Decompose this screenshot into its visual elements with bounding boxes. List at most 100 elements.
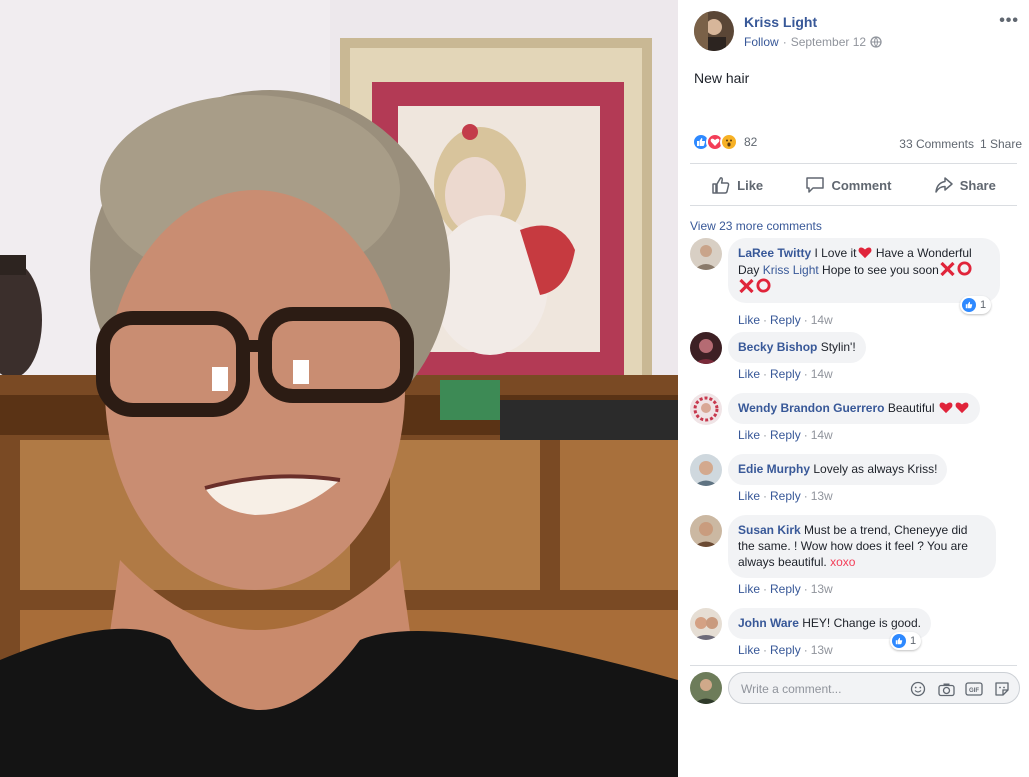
- comment-reply-link[interactable]: Reply: [770, 643, 801, 657]
- commenter-name[interactable]: John Ware: [738, 616, 799, 630]
- gif-icon[interactable]: GIF: [965, 680, 983, 698]
- commenter-avatar[interactable]: [690, 454, 722, 486]
- author-name[interactable]: Kriss Light: [744, 14, 817, 30]
- footer-separator: ·: [803, 428, 808, 442]
- like-button-label: Like: [737, 177, 764, 193]
- more-options-icon[interactable]: •••: [999, 12, 1019, 30]
- comment-composer: Write a comment... GIF: [690, 670, 1020, 706]
- comment-footer: Like · Reply · 14w: [738, 367, 833, 381]
- comment-item: Wendy Brandon Guerrero Beautiful Like · Re…: [690, 393, 1020, 445]
- share-button[interactable]: Share: [934, 176, 996, 194]
- comment-input-placeholder: Write a comment...: [741, 682, 842, 696]
- share-button-label: Share: [959, 177, 996, 193]
- comment-timestamp[interactable]: 13w: [811, 489, 833, 503]
- post-meta: Follow · September 12: [744, 35, 882, 49]
- footer-separator: ·: [803, 489, 808, 503]
- post-photo[interactable]: [0, 0, 678, 777]
- emoji-icon[interactable]: [909, 680, 927, 698]
- comment-text: Hope to see you soon: [818, 263, 939, 277]
- comment-text: Lovely as always Kriss!: [813, 462, 938, 476]
- commenter-avatar[interactable]: [690, 393, 722, 425]
- hollow-circle-icon: [756, 278, 771, 293]
- comment-reply-link[interactable]: Reply: [770, 489, 801, 503]
- comment-reply-link[interactable]: Reply: [770, 313, 801, 327]
- comment-like-link[interactable]: Like: [738, 367, 760, 381]
- comment-footer: Like · Reply · 14w: [738, 313, 833, 327]
- red-heart-icon: [955, 402, 969, 414]
- comment-button[interactable]: Comment: [805, 176, 891, 194]
- comment-like-badge[interactable]: 1: [960, 296, 992, 314]
- comment-like-badge[interactable]: 1: [890, 632, 922, 650]
- comment-like-link[interactable]: Like: [738, 313, 760, 327]
- comment-input[interactable]: Write a comment... GIF: [728, 672, 1020, 704]
- commenter-avatar[interactable]: [690, 238, 722, 270]
- camera-icon[interactable]: [937, 680, 955, 698]
- footer-separator: ·: [763, 367, 768, 381]
- comment-like-link[interactable]: Like: [738, 489, 760, 503]
- cross-mark-icon: [940, 261, 955, 277]
- comment-text-highlight: xoxo: [830, 555, 856, 569]
- comment-like-count: 1: [980, 299, 987, 311]
- comment-reply-link[interactable]: Reply: [770, 582, 801, 596]
- comment-item: Becky Bishop Stylin'! Like · Reply · 14w: [690, 332, 1020, 384]
- comment-item: Edie Murphy Lovely as always Kriss! Like…: [690, 454, 1020, 506]
- footer-separator: ·: [763, 428, 768, 442]
- post-stats: 33 Comments 1 Share: [899, 137, 1022, 151]
- comment-reply-link[interactable]: Reply: [770, 367, 801, 381]
- thumbs-up-icon: [712, 177, 730, 194]
- comment-like-link[interactable]: Like: [738, 428, 760, 442]
- author-avatar[interactable]: [694, 11, 734, 51]
- post-date[interactable]: September 12: [791, 35, 866, 49]
- comment-bubble-icon: [806, 177, 825, 193]
- commenter-name[interactable]: Edie Murphy: [738, 462, 810, 476]
- reaction-summary[interactable]: 82: [692, 133, 757, 151]
- comment-like-link[interactable]: Like: [738, 582, 760, 596]
- post-caption: New hair: [694, 70, 750, 86]
- wow-reaction-icon: [720, 133, 738, 151]
- comment-bubble: LaRee Twitty I Love it Have a Wonderful …: [728, 238, 1000, 303]
- commenter-name[interactable]: Susan Kirk: [738, 523, 801, 537]
- commenter-name[interactable]: Becky Bishop: [738, 340, 817, 354]
- footer-separator: ·: [763, 489, 768, 503]
- view-more-comments-link[interactable]: View 23 more comments: [690, 219, 822, 233]
- reaction-count: 82: [744, 135, 758, 149]
- follow-link[interactable]: Follow: [744, 35, 779, 49]
- like-button[interactable]: Like: [711, 176, 763, 194]
- post-header: Kriss Light Follow · September 12 •••: [678, 0, 1029, 64]
- current-user-avatar[interactable]: [690, 672, 722, 704]
- mention-link[interactable]: Kriss Light: [763, 263, 819, 277]
- comment-timestamp[interactable]: 14w: [811, 367, 833, 381]
- commenter-name[interactable]: LaRee Twitty: [738, 246, 811, 260]
- commenter-avatar[interactable]: [690, 332, 722, 364]
- comment-reply-link[interactable]: Reply: [770, 428, 801, 442]
- comment-timestamp[interactable]: 13w: [811, 582, 833, 596]
- like-icon: [892, 634, 906, 648]
- divider: [690, 163, 1017, 164]
- comment-item: Susan Kirk Must be a trend, Cheneyye did…: [690, 515, 1020, 605]
- commenter-avatar[interactable]: [690, 608, 722, 640]
- comment-button-label: Comment: [831, 177, 892, 193]
- comment-timestamp[interactable]: 13w: [811, 643, 833, 657]
- cross-mark-icon: [739, 278, 754, 294]
- shares-count[interactable]: 1 Share: [980, 137, 1022, 151]
- comment-footer: Like · Reply · 14w: [738, 428, 833, 442]
- comment-text: I Love it: [814, 246, 857, 260]
- post-action-bar: Like Comment Share: [690, 166, 1017, 204]
- comment-timestamp[interactable]: 14w: [811, 428, 833, 442]
- comment-item: LaRee Twitty I Love it Have a Wonderful …: [690, 238, 1020, 328]
- comment-timestamp[interactable]: 14w: [811, 313, 833, 327]
- comment-bubble: Susan Kirk Must be a trend, Cheneyye did…: [728, 515, 996, 578]
- sticker-icon[interactable]: [993, 680, 1011, 698]
- red-heart-icon: [939, 402, 953, 414]
- globe-icon: [870, 36, 882, 48]
- like-icon: [962, 298, 976, 312]
- footer-separator: ·: [763, 643, 768, 657]
- comment-like-link[interactable]: Like: [738, 643, 760, 657]
- commenter-avatar[interactable]: [690, 515, 722, 547]
- commenter-name[interactable]: Wendy Brandon Guerrero: [738, 401, 884, 415]
- comment-like-count: 1: [910, 635, 917, 647]
- comment-bubble: Edie Murphy Lovely as always Kriss!: [728, 454, 948, 485]
- footer-separator: ·: [803, 582, 808, 596]
- comment-footer: Like · Reply · 13w: [738, 489, 833, 503]
- comments-count[interactable]: 33 Comments: [899, 137, 974, 151]
